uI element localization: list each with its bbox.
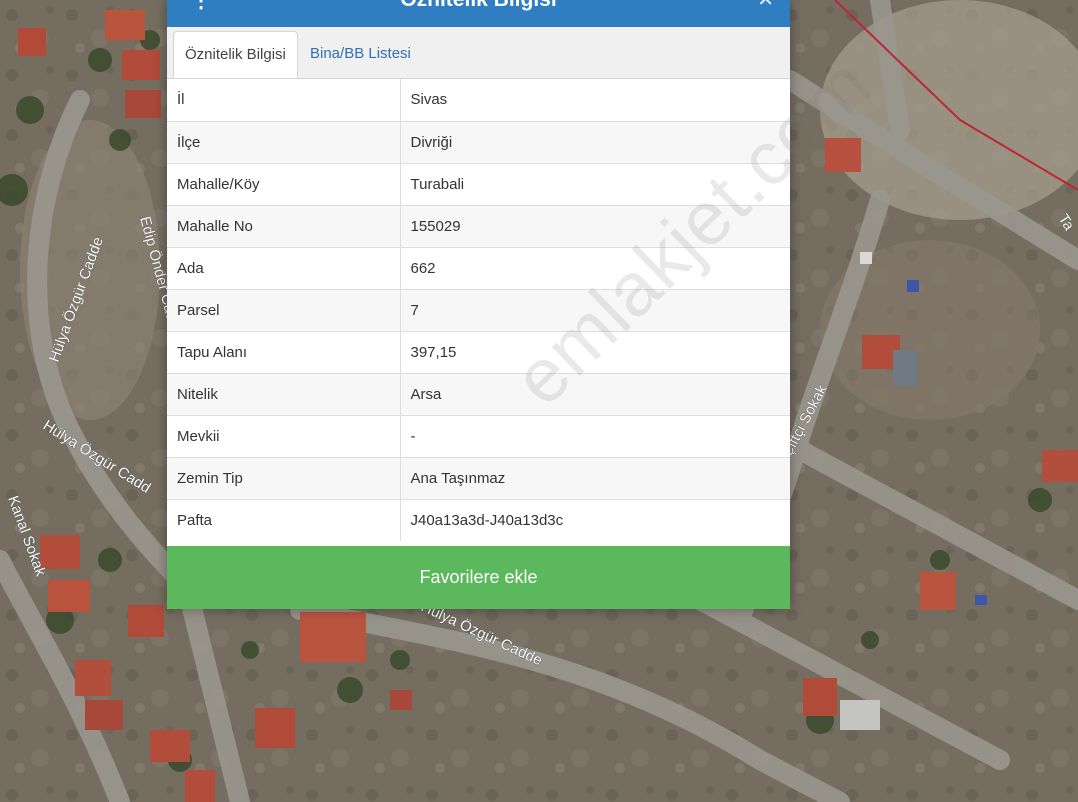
- attribute-row: Mahalle No 155029: [167, 204, 790, 247]
- attribute-key: Nitelik: [167, 372, 401, 415]
- attribute-row: Zemin Tip Ana Taşınmaz: [167, 456, 790, 499]
- close-icon[interactable]: ✕: [757, 0, 774, 10]
- attribute-value: Ana Taşınmaz: [400, 456, 790, 499]
- add-to-favorites-button[interactable]: Favorilere ekle: [167, 546, 790, 609]
- attribute-value: Arsa: [400, 372, 790, 415]
- attribute-key: Mahalle/Köy: [167, 162, 401, 205]
- attribute-value: 397,15: [400, 330, 790, 373]
- attribute-key: Mevkii: [167, 414, 401, 457]
- attribute-row: Tapu Alanı 397,15: [167, 330, 790, 373]
- attribute-key: Parsel: [167, 288, 401, 331]
- attribute-row: Mevkii -: [167, 414, 790, 457]
- attribute-value: Turabali: [400, 162, 790, 205]
- tab-attribute-info[interactable]: Öznitelik Bilgisi: [173, 31, 298, 78]
- attribute-key: İl: [167, 79, 401, 121]
- attribute-value: 7: [400, 288, 790, 331]
- attribute-info-dialog: ⋮ Öznitelik Bilgisi ✕ Öznitelik Bilgisi …: [167, 0, 887, 609]
- attribute-row: Nitelik Arsa: [167, 372, 790, 415]
- attribute-value: J40a13a3d-J40a13d3c: [400, 498, 790, 541]
- attribute-key: Tapu Alanı: [167, 330, 401, 373]
- attribute-key: Pafta: [167, 498, 401, 541]
- dialog-title: Öznitelik Bilgisi: [167, 0, 790, 12]
- tab-bar: Öznitelik Bilgisi Bina/BB Listesi: [167, 27, 790, 79]
- attribute-row: Mahalle/Köy Turabali: [167, 162, 790, 205]
- attribute-key: İlçe: [167, 120, 401, 163]
- attribute-key: Ada: [167, 246, 401, 289]
- attribute-table: İl Sivas İlçe Divriği Mahalle/Köy Turabali Mah…: [167, 79, 790, 541]
- attribute-value: 155029: [400, 204, 790, 247]
- attribute-value: Divriği: [400, 120, 790, 163]
- attribute-value: Sivas: [400, 79, 790, 121]
- tab-building-list[interactable]: Bina/BB Listesi: [299, 31, 422, 77]
- attribute-row: İl Sivas: [167, 79, 790, 121]
- attribute-value: 662: [400, 246, 790, 289]
- attribute-row: Parsel 7: [167, 288, 790, 331]
- attribute-key: Mahalle No: [167, 204, 401, 247]
- attribute-row: Pafta J40a13a3d-J40a13d3c: [167, 498, 790, 541]
- attribute-value: -: [400, 414, 790, 457]
- attribute-row: İlçe Divriği: [167, 120, 790, 163]
- attribute-row: Ada 662: [167, 246, 790, 289]
- attribute-key: Zemin Tip: [167, 456, 401, 499]
- dialog-header: ⋮ Öznitelik Bilgisi ✕: [167, 0, 790, 27]
